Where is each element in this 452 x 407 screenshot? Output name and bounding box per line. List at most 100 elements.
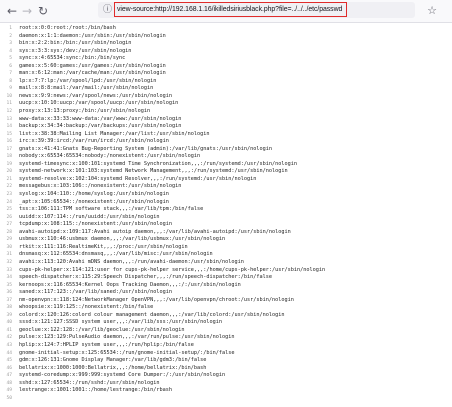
line-text: root:x:0:0:root:/root:/bin/bash xyxy=(19,25,116,31)
source-line: 48 sshd:x:127:65534::/run/sshd:/usr/sbin/… xyxy=(0,380,452,388)
line-text: bin:x:2:2:bin:/bin:/usr/sbin/nologin xyxy=(19,40,132,47)
page-info-icon[interactable]: ⓘ xyxy=(103,2,113,18)
source-line: 24 _apt:x:105:65534::/nonexistent:/usr/sb… xyxy=(0,199,452,207)
line-number: 20 xyxy=(6,169,12,175)
browser-toolbar: ← → ↻ ⓘ view-source:http://192.168.1.16/… xyxy=(0,0,452,23)
line-text: lestrange:x:1001:1001::/home/lestrange:/… xyxy=(19,387,173,394)
line-text: syslog:x:104:110::/home/syslog:/usr/sbin… xyxy=(19,191,169,198)
source-line: 18 nobody:x:65534:65534:nobody:/nonexiste… xyxy=(0,153,452,161)
line-text: backup:x:34:34:backup:/var/backups:/usr/… xyxy=(19,123,182,130)
line-text: irc:x:39:39:ircd:/var/run/ircd:/usr/sbin… xyxy=(19,138,169,145)
line-number: 43 xyxy=(6,342,12,348)
line-number: 1 xyxy=(9,26,12,31)
line-number: 34 xyxy=(6,275,12,281)
line-text: uuidd:x:107:114::/run/uuidd:/usr/sbin/no… xyxy=(19,213,160,220)
source-line: 39 colord:x:120:126:colord colour managem… xyxy=(0,312,452,320)
line-number: 33 xyxy=(6,267,12,273)
source-line: 9 mail:x:8:8:mail:/var/mail:/usr/sbin/nol… xyxy=(0,85,452,93)
line-text: systemd-coredump:x:999:999:systemd Core … xyxy=(19,372,226,379)
source-line: 25 tss:x:106:111:TPM software stack,,,:/v… xyxy=(0,206,452,214)
source-line: 43 hplip:x:124:7:HPLIP system user,,,:/ru… xyxy=(0,342,452,350)
address-bar[interactable]: ⓘ view-source:http://192.168.1.16/ikille… xyxy=(98,2,415,18)
line-number: 11 xyxy=(6,101,12,107)
source-line: 27 tcpdump:x:108:115::/nonexistent:/usr/s… xyxy=(0,221,452,229)
forward-arrow-icon[interactable]: → xyxy=(19,3,35,19)
line-text: bellatrix:x:1000:1000:Bellatrix,,,:/home… xyxy=(19,364,207,371)
line-number: 30 xyxy=(6,244,12,250)
line-number: 35 xyxy=(6,282,12,288)
source-line: 33 cups-pk-helper:x:114:121:user for cups… xyxy=(0,267,452,275)
line-text: messagebus:x:103:106::/nonexistent:/usr/… xyxy=(19,183,182,190)
source-line: 28 avahi-autoipd:x:109:117:Avahi autoip d… xyxy=(0,229,452,237)
bookmark-star-icon[interactable]: ☆ xyxy=(424,3,440,19)
line-text: www-data:x:33:33:www-data:/var/www:/usr/… xyxy=(19,115,182,122)
source-line: 22 messagebus:x:103:106::/nonexistent:/us… xyxy=(0,183,452,191)
source-line: 10 news:x:9:9:news:/var/spool/news:/usr/s… xyxy=(0,93,452,101)
line-text: sync:x:4:65534:sync:/bin:/bin/sync xyxy=(19,55,126,62)
source-line: 11 uucp:x:10:10:uucp:/var/spool/uucp:/usr… xyxy=(0,100,452,108)
line-text: sshd:x:127:65534::/run/sshd:/usr/sbin/no… xyxy=(19,379,160,386)
line-text: systemd-timesync:x:100:101:systemd Time … xyxy=(19,160,297,167)
source-line: 36 saned:x:117:123::/var/lib/saned:/usr/s… xyxy=(0,289,452,297)
source-line: 7 man:x:6:12:man:/var/cache/man:/usr/sbin… xyxy=(0,70,452,78)
source-line: 41 geoclue:x:122:128::/var/lib/geoclue:/u… xyxy=(0,327,452,335)
reload-icon[interactable]: ↻ xyxy=(35,3,51,19)
line-text: avahi-autoipd:x:109:117:Avahi autoip dae… xyxy=(19,228,291,235)
source-line: 21 systemd-resolve:x:102:104:systemd Reso… xyxy=(0,176,452,184)
source-line: 46 bellatrix:x:1000:1000:Bellatrix,,,:/ho… xyxy=(0,365,452,373)
line-number: 36 xyxy=(6,290,12,296)
line-number: 45 xyxy=(6,358,12,364)
line-text: daemon:x:1:1:daemon:/usr/sbin:/usr/sbin/… xyxy=(19,32,166,39)
line-number: 16 xyxy=(6,139,12,145)
line-number: 5 xyxy=(9,56,12,62)
line-number: 48 xyxy=(6,380,12,386)
line-text: gdm:x:126:131:Gnome Display Manager:/var… xyxy=(19,357,207,364)
line-text: saned:x:117:123::/var/lib/saned:/usr/sbi… xyxy=(19,289,173,296)
source-line: 23 syslog:x:104:110::/home/syslog:/usr/sb… xyxy=(0,191,452,199)
line-text: dnsmasq:x:112:65534:dnsmasq,,,:/var/lib/… xyxy=(19,251,213,258)
source-line: 30 rtkit:x:111:116:RealtimeKit,,,:/proc:/… xyxy=(0,244,452,252)
line-number: 18 xyxy=(6,154,12,160)
source-line: 5 sync:x:4:65534:sync:/bin:/bin/sync xyxy=(0,55,452,63)
line-text: nobody:x:65534:65534:nobody:/nonexistent… xyxy=(19,153,201,160)
line-number: 12 xyxy=(6,109,12,115)
line-number: 25 xyxy=(6,207,12,213)
line-number: 22 xyxy=(6,184,12,190)
line-text: tcpdump:x:108:115::/nonexistent:/usr/sbi… xyxy=(19,221,173,228)
source-line: 32 avahi:x:113:120:Avahi mDNS daemon,,,:/… xyxy=(0,259,452,267)
line-text: avahi:x:113:120:Avahi mDNS daemon,,,:/ru… xyxy=(19,258,244,265)
line-number: 44 xyxy=(6,350,12,356)
line-number: 28 xyxy=(6,229,12,235)
line-text: whoopsie:x:119:125::/nonexistent:/bin/fa… xyxy=(19,304,154,311)
source-line: 37 nm-openvpn:x:118:124:NetworkManager Op… xyxy=(0,297,452,305)
line-text: news:x:9:9:news:/var/spool/news:/usr/sbi… xyxy=(19,92,173,99)
line-number: 9 xyxy=(9,86,12,92)
line-text: usbmux:x:110:46:usbmux daemon,,,:/var/li… xyxy=(19,236,226,243)
url-text[interactable]: view-source:http://192.168.1.16/ikilleds… xyxy=(117,3,342,17)
line-text: gnome-initial-setup:x:125:65534::/run/gn… xyxy=(19,349,235,356)
line-number: 31 xyxy=(6,252,12,258)
line-number: 14 xyxy=(6,124,12,130)
line-text: systemd-network:x:101:103:systemd Networ… xyxy=(19,168,288,175)
source-line: 42 pulse:x:123:129:PulseAudio daemon,,,:/… xyxy=(0,334,452,342)
line-number: 2 xyxy=(9,33,12,39)
line-text: rtkit:x:111:116:RealtimeKit,,,:/proc:/us… xyxy=(19,243,188,250)
line-number: 50 xyxy=(6,395,12,401)
line-number: 40 xyxy=(6,320,12,326)
line-text: proxy:x:13:13:proxy:/bin:/usr/sbin/nolog… xyxy=(19,108,151,115)
back-arrow-icon[interactable]: ← xyxy=(4,3,20,19)
line-text: kernoops:x:116:65534:Kernel Oops Trackin… xyxy=(19,281,241,288)
line-text: gnats:x:41:41:Gnats Bug-Reporting System… xyxy=(19,145,272,152)
source-line: 50 xyxy=(0,395,452,403)
source-line: 47 systemd-coredump:x:999:999:systemd Cor… xyxy=(0,372,452,380)
source-line: 40 sssd:x:121:127:SSSD system user,,,:/va… xyxy=(0,319,452,327)
source-line: 17 gnats:x:41:41:Gnats Bug-Reporting Syst… xyxy=(0,146,452,154)
source-line: 29 usbmux:x:110:46:usbmux daemon,,,:/var/… xyxy=(0,236,452,244)
source-line: 12 proxy:x:13:13:proxy:/bin:/usr/sbin/nol… xyxy=(0,108,452,116)
line-text: sssd:x:121:127:SSSD system user,,,:/var/… xyxy=(19,319,223,326)
line-number: 26 xyxy=(6,214,12,220)
source-line: 49 lestrange:x:1001:1001::/home/lestrange… xyxy=(0,387,452,395)
line-number: 49 xyxy=(6,388,12,394)
line-text: geoclue:x:122:128::/var/lib/geoclue:/usr… xyxy=(19,326,185,333)
line-number: 24 xyxy=(6,199,12,205)
